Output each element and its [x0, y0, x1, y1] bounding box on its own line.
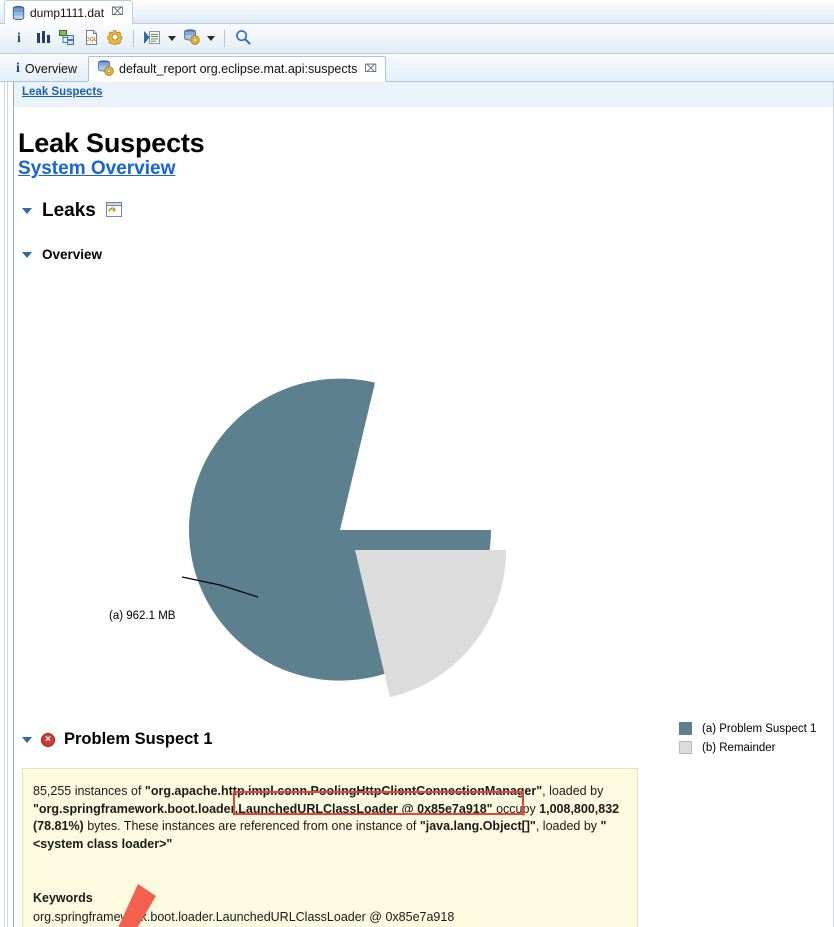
svg-text:OQL: OQL [85, 37, 97, 43]
tab-default-report[interactable]: default_report org.eclipse.mat.api:suspe… [88, 56, 387, 82]
close-icon[interactable]: ⌧ [111, 7, 124, 18]
keywords-list: org.springframework.boot.loader.Launched… [33, 909, 454, 927]
run-report-dropdown[interactable] [204, 28, 217, 50]
oql-icon: OQL [84, 29, 99, 48]
breadcrumb-link-leak-suspects[interactable]: Leak Suspects [22, 86, 103, 98]
editor-tab-dump-file[interactable]: dump1111.dat ⌧ [4, 0, 133, 24]
histogram-button[interactable] [32, 28, 54, 50]
pie-label-a: (a) 962.1 MB [109, 610, 176, 622]
suspect-description-text: bytes. These instances are referenced fr… [83, 819, 420, 833]
keywords-title: Keywords [33, 891, 93, 905]
heap-dump-icon [12, 5, 25, 20]
query-browser-icon [144, 30, 160, 48]
system-overview-link[interactable]: System Overview [18, 158, 175, 180]
gear-icon [107, 29, 123, 48]
toolbar: i OQL [0, 24, 834, 54]
open-query-browser-dropdown[interactable] [165, 28, 178, 50]
suspect-description-text: , loaded by [542, 784, 604, 798]
section-header-overview[interactable]: Overview [22, 247, 102, 262]
toolbar-separator-2 [224, 30, 225, 47]
find-button[interactable] [232, 28, 254, 50]
dominator-tree-icon [59, 29, 75, 48]
report-body: Leak Suspects Leak Suspects System Overv… [0, 82, 834, 927]
legend-item-b: (b) Remainder [679, 738, 816, 757]
report-window-icon[interactable] [105, 202, 122, 220]
chevron-down-icon[interactable] [22, 736, 32, 743]
error-icon: × [41, 732, 55, 747]
histogram-icon [36, 30, 51, 48]
open-query-browser-button[interactable] [141, 28, 163, 50]
section-header-problem-suspect[interactable]: × Problem Suspect 1 [22, 730, 213, 749]
editor-tab-label: dump1111.dat [30, 5, 105, 20]
suspect-description-emphasis: "org.springframework.boot.loader.Launche… [33, 801, 493, 816]
legend-swatch-a [679, 722, 692, 735]
suspect-description: 85,255 instances of "org.apache.http.imp… [33, 783, 629, 853]
pie-legend: (a) Problem Suspect 1 (b) Remainder [679, 719, 816, 757]
page-title: Leak Suspects [18, 128, 205, 159]
tab-overview-label: Overview [24, 62, 77, 76]
pie-chart: (a) 962.1 MB (b) 258.6 MB Total: 1.2 GB … [14, 277, 834, 896]
suspect-description-emphasis: "java.lang.Object[]" [419, 819, 536, 833]
chevron-down-icon[interactable] [22, 208, 32, 214]
close-icon[interactable]: ⌧ [364, 63, 377, 75]
chevron-down-icon [167, 36, 176, 41]
tab-overview[interactable]: i Overview [8, 56, 85, 82]
oql-button[interactable]: OQL [80, 28, 102, 50]
toolbar-separator [133, 30, 134, 47]
pie-chart-canvas [14, 277, 834, 824]
legend-swatch-b [679, 741, 692, 754]
info-icon: i [16, 61, 20, 76]
suspect-description-text: , loaded by [535, 819, 601, 833]
search-icon [235, 29, 251, 48]
section-header-leaks-label: Leaks [42, 200, 96, 221]
chevron-down-icon[interactable] [22, 251, 32, 258]
legend-label-b: (b) Remainder [702, 741, 776, 754]
section-header-overview-label: Overview [42, 247, 103, 262]
frame-rule [7, 82, 8, 927]
legend-item-a: (a) Problem Suspect 1 [679, 719, 816, 738]
legend-label-a: (a) Problem Suspect 1 [702, 722, 817, 735]
run-expert-system-button[interactable] [104, 28, 126, 50]
chevron-down-icon [206, 36, 215, 41]
report-gear-icon [97, 59, 114, 79]
suspect-description-text: 85,255 instances of [33, 784, 145, 798]
editor-tab-strip: dump1111.dat ⌧ [0, 0, 834, 24]
breadcrumb: Leak Suspects [14, 82, 834, 107]
dominator-tree-button[interactable] [56, 28, 78, 50]
info-icon: i [17, 30, 21, 46]
suspect-description-text: occupy [492, 801, 540, 816]
suspect-detail-box: 85,255 instances of "org.apache.http.imp… [22, 768, 638, 927]
section-header-leaks[interactable]: Leaks [22, 200, 122, 222]
suspect-description-emphasis: "org.apache.http.impl.conn.PoolingHttpCl… [144, 784, 543, 798]
run-report-button[interactable] [180, 28, 202, 50]
report-tab-strip: i Overview default_report org.eclipse.ma… [0, 55, 834, 82]
report-gear-icon [183, 29, 200, 48]
overview-info-button[interactable]: i [8, 28, 30, 50]
keyword-item: org.springframework.boot.loader.Launched… [33, 910, 455, 924]
section-header-problem-suspect-label: Problem Suspect 1 [64, 730, 213, 748]
frame-rule [4, 82, 5, 927]
tab-default-report-label: default_report org.eclipse.mat.api:suspe… [119, 62, 358, 76]
